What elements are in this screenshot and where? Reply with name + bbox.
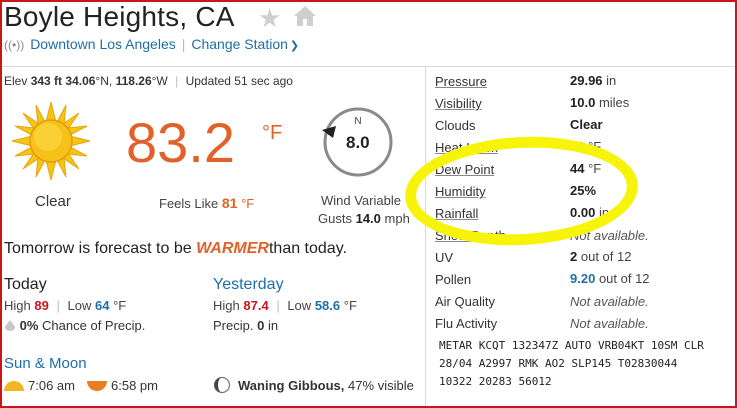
station-link[interactable]: Downtown Los Angeles — [30, 36, 176, 52]
raindrop-icon — [5, 320, 15, 331]
gusts-unit: mph — [384, 211, 410, 226]
today-precip: 0% Chance of Precip. — [4, 318, 145, 333]
forecast-sentence: Tomorrow is forecast to be WARMERthan to… — [4, 240, 347, 258]
metar-line: 28/04 A2997 RMK AO2 SLP145 T02830044 — [439, 357, 678, 370]
gusts-value: 14.0 — [355, 211, 381, 226]
yesterday-unit: °F — [343, 298, 357, 313]
wind-speed: 8.0 — [346, 133, 370, 152]
forecast-word: WARMER — [196, 240, 269, 257]
feels-unit: °F — [241, 196, 255, 211]
today-high-low: High 89 | Low 64 °F — [4, 298, 126, 313]
metar-line: METAR KCQT 132347Z AUTO VRB04KT 10SM CLR — [439, 339, 704, 352]
pressure-label[interactable]: Pressure — [435, 74, 487, 89]
location-meta: Elev 343 ft 34.06°N, 118.26°W | Updated … — [4, 74, 293, 88]
moon-phase-name: Waning Gibbous, — [238, 378, 345, 393]
elev-label: Elev — [4, 74, 28, 88]
yesterday-precip: Precip. 0 in — [213, 318, 278, 333]
column-divider — [425, 66, 426, 406]
pollen-number[interactable]: 9.20 — [570, 271, 595, 286]
today-high: 89 — [34, 298, 49, 313]
separator: | — [175, 74, 179, 88]
sunset-icon — [86, 379, 108, 397]
lat-value: 34.06 — [65, 74, 96, 88]
air-quality-value: Not available. — [570, 294, 649, 309]
wind-variable: Wind Variable — [321, 193, 401, 208]
home-icon[interactable] — [293, 5, 317, 32]
clouds-text: Clear — [570, 117, 603, 132]
lon-value: 118.26 — [115, 74, 152, 88]
uv-number: 2 — [570, 249, 578, 264]
pressure-value: 29.96 in — [570, 73, 616, 88]
wind-gusts: Gusts 14.0 mph — [318, 211, 410, 226]
moon-phase: Waning Gibbous, 47% visible — [238, 378, 414, 393]
today-low: 64 — [94, 298, 110, 313]
precip-pct: 0% — [19, 318, 39, 333]
low-label: Low — [287, 298, 312, 313]
compass-north-label: N — [354, 116, 361, 127]
yesterday-low: 58.6 — [314, 298, 341, 313]
high-label: High — [4, 298, 31, 313]
temp-unit: °F — [262, 122, 283, 144]
uv-value: 2 out of 12 — [570, 249, 631, 264]
lat-dir: °N, — [95, 74, 113, 88]
visibility-label[interactable]: Visibility — [435, 96, 482, 111]
gusts-label: Gusts — [318, 211, 352, 226]
today-unit: °F — [113, 298, 127, 313]
sunrise-time: 7:06 am — [28, 378, 75, 393]
sunrise-icon — [3, 379, 25, 397]
pressure-unit: in — [606, 73, 617, 88]
visibility-number: 10.0 — [570, 95, 596, 110]
station-row: ((•)) Downtown Los Angeles | Change Station… — [4, 36, 299, 52]
station-signal-icon: ((•)) — [4, 38, 25, 52]
forecast-prefix: Tomorrow is forecast to be — [4, 240, 192, 257]
yesterday-high-low: High 87.4 | Low 58.6 °F — [213, 298, 357, 313]
pressure-number: 29.96 — [570, 73, 603, 88]
updated-text: Updated 51 sec ago — [185, 74, 293, 88]
uv-unit: out of 12 — [580, 249, 632, 264]
visibility-value: 10.0 miles — [570, 95, 629, 110]
feels-value: 81 — [221, 195, 238, 211]
lon-dir: °W — [151, 74, 168, 88]
precip-label: Precip. — [213, 318, 254, 333]
change-station-link[interactable]: Change Station — [191, 36, 288, 52]
pollen-label: Pollen — [435, 272, 472, 287]
feels-like: Feels Like 81 °F — [159, 195, 254, 211]
chevron-down-icon[interactable]: ❯ — [290, 40, 299, 52]
flu-activity-label: Flu Activity — [435, 316, 498, 331]
moon-pct: 47% — [348, 378, 375, 393]
sunset-time: 6:58 pm — [111, 378, 158, 393]
elev-value: 343 ft — [30, 74, 63, 88]
high-label: High — [213, 298, 240, 313]
favorite-star-icon[interactable]: ★ — [258, 3, 281, 34]
moon-visible: visible — [377, 378, 414, 393]
metar-line: 10322 20283 56012 — [439, 375, 552, 388]
current-temp: 83.2 — [126, 111, 235, 174]
uv-label: UV — [435, 250, 454, 265]
page-title: Boyle Heights, CA — [4, 1, 235, 32]
today-heading: Today — [4, 276, 47, 293]
condition-text: Clear — [35, 193, 71, 210]
sun-moon-heading[interactable]: Sun & Moon — [4, 355, 87, 372]
sun-icon — [10, 100, 92, 187]
pollen-unit: out of 12 — [598, 271, 650, 286]
air-quality-label: Air Quality — [435, 294, 495, 309]
visibility-unit: miles — [598, 95, 630, 110]
precip-label: Chance of Precip. — [42, 318, 146, 333]
moon-phase-icon — [213, 376, 231, 399]
pollen-value: 9.20 out of 12 — [570, 271, 650, 286]
separator: | — [181, 36, 186, 52]
yesterday-heading[interactable]: Yesterday — [213, 276, 284, 294]
forecast-suffix: than today. — [268, 240, 347, 257]
yesterday-high: 87.4 — [243, 298, 269, 313]
flu-activity-value: Not available. — [570, 316, 649, 331]
precip-unit: in — [267, 318, 279, 333]
separator: | — [276, 298, 280, 313]
separator: | — [56, 298, 60, 313]
feels-label: Feels Like — [159, 196, 219, 211]
precip-value: 0 — [257, 318, 265, 333]
low-label: Low — [67, 298, 92, 313]
header-divider — [2, 66, 735, 67]
clouds-label: Clouds — [435, 118, 476, 133]
clouds-value: Clear — [570, 117, 603, 132]
